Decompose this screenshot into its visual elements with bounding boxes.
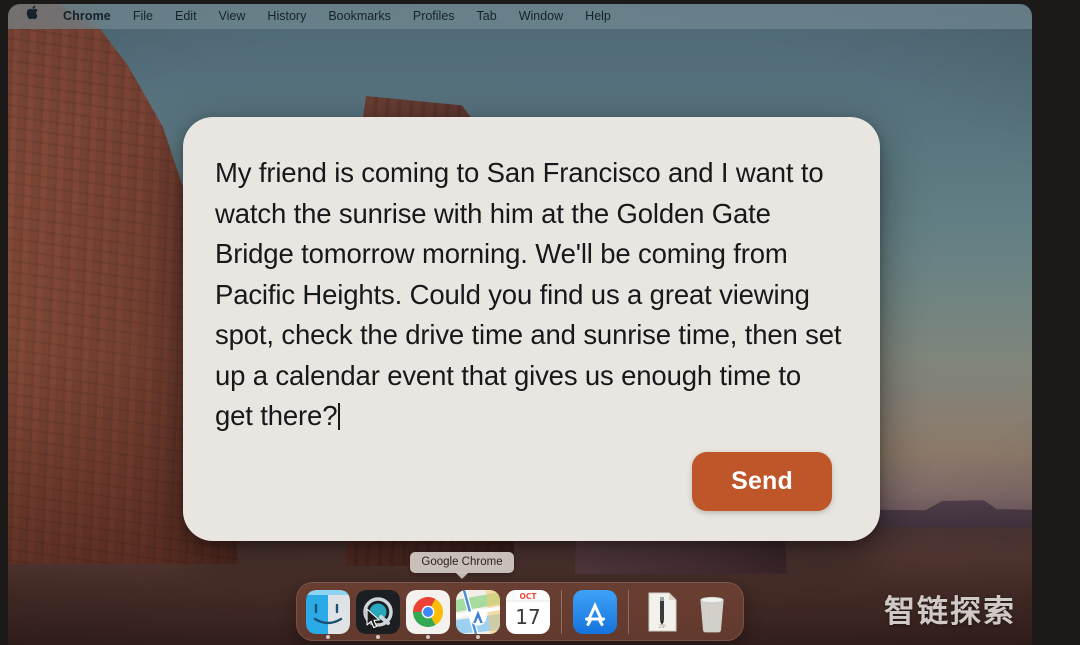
send-button[interactable]: Send (692, 452, 832, 511)
quicktime-icon (356, 590, 400, 634)
menu-item-window[interactable]: Window (508, 4, 574, 29)
menu-item-file[interactable]: File (122, 4, 164, 29)
dock-area: Google Chrome OCT 17 ZIP (8, 552, 1032, 641)
dock-tooltip: Google Chrome (410, 552, 514, 573)
maps-icon (456, 590, 500, 634)
menu-bar: Chrome File Edit View History Bookmarks … (8, 4, 1032, 29)
menu-item-view[interactable]: View (208, 4, 257, 29)
device-frame-top (0, 0, 1080, 4)
dock-separator-2 (628, 590, 629, 634)
calendar-icon: OCT 17 (506, 590, 550, 634)
menu-item-help[interactable]: Help (574, 4, 622, 29)
prompt-text: My friend is coming to San Francisco and… (215, 157, 849, 431)
menu-item-tab[interactable]: Tab (466, 4, 508, 29)
dock-item-maps[interactable] (456, 590, 500, 634)
dock-item-appstore[interactable] (573, 590, 617, 634)
dock-item-calendar[interactable]: OCT 17 (506, 590, 550, 634)
text-caret (338, 403, 341, 430)
appstore-icon (573, 590, 617, 634)
dock-item-finder[interactable] (306, 590, 350, 634)
desktop: Chrome File Edit View History Bookmarks … (8, 4, 1032, 645)
trash-icon (700, 596, 724, 633)
device-frame-left (0, 0, 8, 645)
chrome-icon (406, 590, 450, 634)
dock-item-document[interactable]: ZIP (640, 590, 684, 634)
screen: Chrome File Edit View History Bookmarks … (0, 0, 1080, 645)
dock-item-chrome[interactable] (406, 590, 450, 634)
menu-item-edit[interactable]: Edit (164, 4, 208, 29)
watermark: 智链探索 (884, 594, 1016, 630)
menu-item-history[interactable]: History (256, 4, 317, 29)
menu-item-bookmarks[interactable]: Bookmarks (317, 4, 402, 29)
dock-separator-1 (561, 590, 562, 634)
document-file-label: ZIP (658, 624, 665, 630)
dock-item-quicktime[interactable] (356, 590, 400, 634)
dock-item-trash[interactable] (690, 590, 734, 634)
prompt-textarea[interactable]: My friend is coming to San Francisco and… (215, 153, 846, 437)
calendar-month-label: OCT (520, 592, 538, 601)
card-actions: Send (215, 452, 846, 515)
menu-item-chrome[interactable]: Chrome (52, 4, 122, 29)
menu-item-profiles[interactable]: Profiles (402, 4, 466, 29)
prompt-card: My friend is coming to San Francisco and… (183, 117, 880, 541)
dock: OCT 17 ZIP (296, 582, 744, 641)
document-icon: ZIP (648, 592, 677, 632)
apple-menu-icon[interactable] (26, 4, 52, 28)
device-frame-right (1032, 0, 1080, 645)
calendar-day-label: 17 (515, 605, 540, 629)
finder-icon (306, 590, 350, 634)
